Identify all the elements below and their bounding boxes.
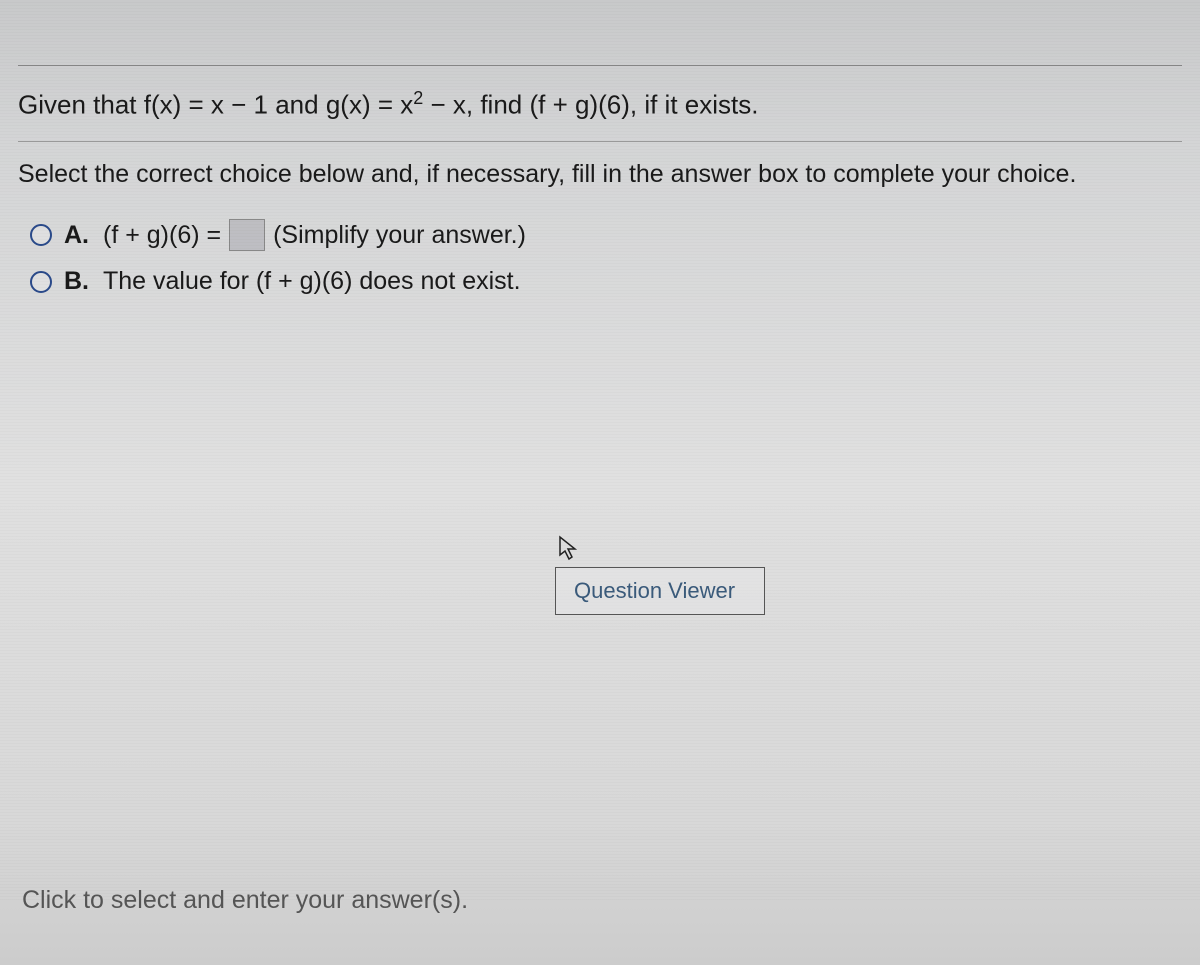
question-prefix: Given that f(x) = x − 1 and g(x) = x	[18, 90, 413, 120]
tooltip-area: Question Viewer	[555, 535, 765, 615]
question-exponent: 2	[413, 88, 423, 108]
question-container: Given that f(x) = x − 1 and g(x) = x2 − …	[0, 65, 1200, 296]
tooltip-box: Question Viewer	[555, 567, 765, 615]
instruction-text: Select the correct choice below and, if …	[18, 160, 1182, 219]
choice-a-prefix: (f + g)(6) =	[103, 221, 221, 250]
choice-a-label: A.	[64, 221, 89, 250]
cursor-icon	[557, 535, 581, 563]
choice-a-text: (f + g)(6) = (Simplify your answer.)	[103, 219, 526, 251]
choice-a-suffix: (Simplify your answer.)	[273, 221, 526, 250]
mid-divider	[18, 141, 1182, 142]
choice-a-row[interactable]: A. (f + g)(6) = (Simplify your answer.)	[30, 219, 1182, 251]
radio-a[interactable]	[30, 224, 52, 246]
choice-b-row[interactable]: B. The value for (f + g)(6) does not exi…	[30, 267, 1182, 296]
radio-b[interactable]	[30, 271, 52, 293]
footer-instruction: Click to select and enter your answer(s)…	[22, 886, 468, 915]
choice-b-label: B.	[64, 267, 89, 296]
question-prompt: Given that f(x) = x − 1 and g(x) = x2 − …	[18, 66, 1182, 141]
question-suffix: − x, find (f + g)(6), if it exists.	[423, 90, 758, 120]
choice-b-text: The value for (f + g)(6) does not exist.	[103, 267, 521, 296]
answer-input-box[interactable]	[229, 219, 265, 251]
